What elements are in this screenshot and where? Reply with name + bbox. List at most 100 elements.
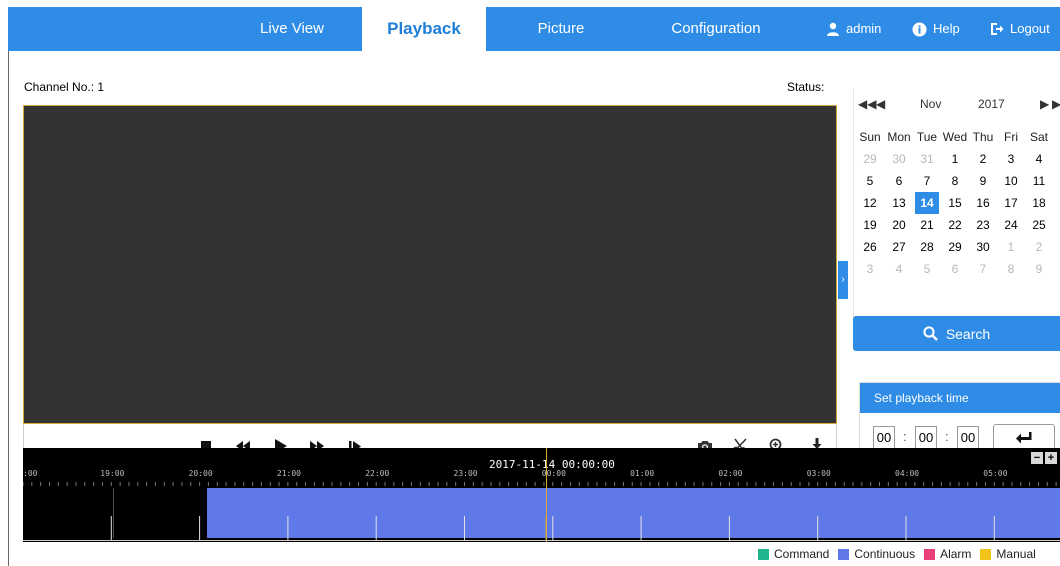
calendar-week: 29 30 31 1 2 3 4 bbox=[860, 148, 1060, 170]
panel-bottom-border bbox=[23, 540, 1060, 541]
channel-number: Channel No.: 1 bbox=[24, 80, 105, 94]
tab-live-view[interactable]: Live View bbox=[222, 7, 362, 51]
timeline-hour-label: 23:00 bbox=[453, 469, 478, 478]
enter-icon bbox=[1016, 432, 1032, 444]
calendar-day[interactable]: 5 bbox=[915, 258, 939, 280]
legend-swatch bbox=[980, 548, 992, 560]
legend-item: Manual bbox=[980, 547, 1036, 561]
video-window[interactable] bbox=[23, 105, 837, 424]
weekday-tue: Tue bbox=[916, 130, 938, 144]
calendar: ◀◀ ◀ Nov 2017 ▶ ▶▶ Sun Mon Tue Wed Thu F… bbox=[853, 88, 1060, 328]
calendar-day[interactable]: 27 bbox=[887, 236, 911, 258]
legend-swatch bbox=[838, 548, 850, 560]
next-year-icon[interactable]: ▶▶ bbox=[1052, 97, 1060, 111]
calendar-day[interactable]: 2 bbox=[1027, 236, 1051, 258]
calendar-day[interactable]: 20 bbox=[887, 214, 911, 236]
calendar-day[interactable]: 3 bbox=[999, 148, 1023, 170]
tab-picture[interactable]: Picture bbox=[486, 7, 636, 51]
timeline-hour-label: :00 bbox=[23, 469, 38, 478]
legend-item: Continuous bbox=[838, 547, 915, 561]
legend-item: Command bbox=[758, 547, 829, 561]
calendar-day[interactable]: 17 bbox=[999, 192, 1023, 214]
username: admin bbox=[846, 21, 882, 36]
timeline-current-time: 2017-11-14 00:00:00 bbox=[489, 458, 615, 471]
calendar-day[interactable]: 9 bbox=[971, 170, 995, 192]
calendar-day[interactable]: 4 bbox=[1027, 148, 1051, 170]
calendar-day[interactable]: 11 bbox=[1027, 170, 1051, 192]
calendar-day[interactable]: 6 bbox=[887, 170, 911, 192]
weekday-fri: Fri bbox=[1004, 130, 1018, 144]
tab-configuration[interactable]: Configuration bbox=[636, 7, 796, 51]
help-label: Help bbox=[933, 21, 960, 36]
calendar-day[interactable]: 13 bbox=[887, 192, 911, 214]
hour-input[interactable]: 00 bbox=[873, 426, 895, 450]
calendar-day[interactable]: 1 bbox=[999, 236, 1023, 258]
set-playback-time-title: Set playback time bbox=[860, 383, 1060, 413]
calendar-day[interactable]: 10 bbox=[999, 170, 1023, 192]
timeline-lower-grid bbox=[110, 516, 995, 540]
calendar-day[interactable]: 25 bbox=[1027, 214, 1051, 236]
calendar-day[interactable]: 12 bbox=[858, 192, 882, 214]
timeline-hour-label: 22:00 bbox=[365, 469, 390, 478]
calendar-day[interactable]: 29 bbox=[943, 236, 967, 258]
calendar-day[interactable]: 2 bbox=[971, 148, 995, 170]
next-month-icon[interactable]: ▶ bbox=[1040, 97, 1049, 111]
timeline-hour-label: 20:00 bbox=[188, 469, 213, 478]
calendar-month[interactable]: Nov bbox=[920, 97, 941, 111]
calendar-day[interactable]: 30 bbox=[887, 148, 911, 170]
calendar-day[interactable]: 4 bbox=[887, 258, 911, 280]
calendar-year[interactable]: 2017 bbox=[978, 97, 1005, 111]
prev-month-icon[interactable]: ◀ bbox=[876, 97, 885, 111]
legend-item: Alarm bbox=[924, 547, 971, 561]
calendar-day[interactable]: 8 bbox=[999, 258, 1023, 280]
search-button[interactable]: Search bbox=[853, 316, 1060, 351]
calendar-day[interactable]: 22 bbox=[943, 214, 967, 236]
user-menu[interactable]: admin bbox=[826, 7, 881, 51]
calendar-day[interactable]: 30 bbox=[971, 236, 995, 258]
weekday-thu: Thu bbox=[972, 130, 994, 144]
weekday-sun: Sun bbox=[859, 130, 881, 144]
calendar-day[interactable]: 24 bbox=[999, 214, 1023, 236]
tab-playback[interactable]: Playback bbox=[362, 7, 486, 51]
calendar-day[interactable]: 9 bbox=[1027, 258, 1051, 280]
recording-legend: Command Continuous Alarm Manual bbox=[758, 547, 1045, 561]
calendar-day[interactable]: 6 bbox=[943, 258, 967, 280]
calendar-day[interactable]: 15 bbox=[943, 192, 967, 214]
calendar-day[interactable]: 26 bbox=[858, 236, 882, 258]
weekday-mon: Mon bbox=[887, 130, 911, 144]
calendar-day[interactable]: 29 bbox=[858, 148, 882, 170]
calendar-day[interactable]: 28 bbox=[915, 236, 939, 258]
logout-icon bbox=[991, 23, 1004, 35]
calendar-day[interactable]: 3 bbox=[858, 258, 882, 280]
legend-label: Alarm bbox=[940, 547, 972, 561]
calendar-day[interactable]: 18 bbox=[1027, 192, 1051, 214]
svg-text:i: i bbox=[918, 23, 922, 36]
calendar-day[interactable]: 23 bbox=[971, 214, 995, 236]
prev-year-icon[interactable]: ◀◀ bbox=[858, 97, 876, 111]
timeline-zoom-in-icon[interactable]: + bbox=[1045, 452, 1057, 464]
minute-input[interactable]: 00 bbox=[915, 426, 937, 450]
calendar-day-selected[interactable]: 14 bbox=[915, 192, 939, 214]
weekday-sat: Sat bbox=[1029, 130, 1048, 144]
chevron-right-icon: › bbox=[841, 274, 845, 285]
status-label: Status: bbox=[787, 80, 825, 94]
logout-link[interactable]: Logout bbox=[990, 7, 1050, 51]
legend-swatch bbox=[924, 548, 936, 560]
calendar-day[interactable]: 5 bbox=[858, 170, 882, 192]
calendar-day[interactable]: 1 bbox=[943, 148, 967, 170]
calendar-day[interactable]: 19 bbox=[858, 214, 882, 236]
calendar-day[interactable]: 21 bbox=[915, 214, 939, 236]
calendar-day[interactable]: 16 bbox=[971, 192, 995, 214]
calendar-week: 3456789 bbox=[860, 258, 1060, 280]
calendar-day[interactable]: 7 bbox=[971, 258, 995, 280]
calendar-day[interactable]: 8 bbox=[943, 170, 967, 192]
calendar-week: 26 27 28 29 30 1 2 bbox=[860, 236, 1060, 258]
second-input[interactable]: 00 bbox=[957, 426, 979, 450]
help-link[interactable]: i Help bbox=[912, 7, 960, 51]
timeline-hour-label: 19:00 bbox=[100, 469, 125, 478]
calendar-day[interactable]: 7 bbox=[915, 170, 939, 192]
calendar-day[interactable]: 31 bbox=[915, 148, 939, 170]
timeline-zoom-out-icon[interactable]: − bbox=[1031, 452, 1043, 464]
collapse-panel-button[interactable]: › bbox=[838, 261, 848, 299]
timeline-hour-label: 01:00 bbox=[630, 469, 655, 478]
